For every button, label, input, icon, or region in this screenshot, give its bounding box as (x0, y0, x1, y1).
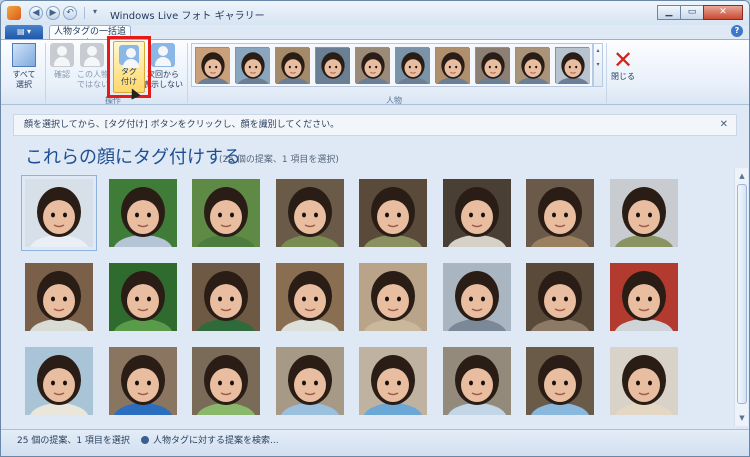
person-thumbnail[interactable] (275, 47, 311, 95)
face-suggestion-thumbnail[interactable] (442, 347, 511, 415)
close-window-button[interactable]: ✕ (703, 5, 743, 20)
face-suggestion-thumbnail[interactable] (526, 347, 594, 415)
status-text: 25 個の提案、1 項目を選択 (17, 436, 130, 446)
ribbon-divider (187, 43, 188, 103)
status-bar: 25 個の提案、1 項目を選択 人物タグに対する提案を検索... (1, 429, 749, 456)
not-this-person-button[interactable]: この人物 ではない (77, 43, 109, 90)
app-window: ◀ ▶ ↶ ↷ ▾ Windows Live フォト ギャラリー ▁ ▭ ✕ ▤… (0, 0, 750, 457)
title-bar: ◀ ▶ ↶ ↷ ▾ Windows Live フォト ギャラリー ▁ ▭ ✕ (1, 1, 749, 25)
close-batch-button[interactable]: 閉じる (609, 72, 637, 82)
face-suggestion-thumbnail[interactable] (442, 263, 511, 331)
ribbon-divider (45, 43, 46, 103)
quick-access-dropdown-icon[interactable]: ▾ (93, 7, 97, 16)
forward-icon[interactable]: ▶ (46, 6, 60, 20)
person-tag-icon (119, 45, 139, 68)
person-thumbnail[interactable] (475, 47, 511, 95)
maximize-button[interactable]: ▭ (680, 5, 704, 20)
select-all-icon (12, 43, 36, 67)
search-suggestions-link[interactable]: 人物タグに対する提案を検索... (141, 430, 279, 452)
info-message: 顔を選択してから、[タグ付け] ボタンをクリックし、顔を識別してください。 (24, 120, 340, 130)
scroll-up-icon[interactable]: ▲ (736, 170, 748, 182)
face-suggestion-thumbnail[interactable] (192, 263, 260, 331)
tag-button-label: タグ 付け (121, 67, 137, 86)
face-suggestion-thumbnail[interactable] (25, 263, 93, 331)
not-this-person-label: この人物 ではない (77, 70, 109, 89)
person-reject-icon (80, 43, 104, 67)
face-suggestion-thumbnail[interactable] (108, 263, 177, 331)
app-logo-icon[interactable] (7, 6, 21, 20)
info-bar: 顔を選択してから、[タグ付け] ボタンをクリックし、顔を識別してください。 ✕ (13, 114, 737, 136)
person-thumbnail[interactable] (435, 47, 471, 95)
person-thumbnail[interactable] (395, 47, 431, 95)
face-suggestion-thumbnail[interactable] (359, 347, 427, 415)
face-suggestion-thumbnail[interactable] (526, 263, 594, 331)
select-all-label: すべて 選択 (12, 70, 36, 89)
face-suggestion-thumbnail[interactable] (192, 179, 260, 247)
face-suggestion-thumbnail[interactable] (108, 179, 177, 247)
help-icon[interactable]: ? (731, 25, 743, 37)
face-suggestion-thumbnail[interactable] (275, 263, 344, 331)
person-thumbnail[interactable] (515, 47, 551, 95)
face-suggestion-thumbnail[interactable] (25, 347, 93, 415)
back-icon[interactable]: ◀ (29, 6, 43, 20)
face-suggestion-thumbnail[interactable] (609, 263, 678, 331)
tag-button[interactable]: タグ 付け (113, 41, 145, 93)
face-suggestion-thumbnail[interactable] (359, 179, 427, 247)
face-suggestion-thumbnail[interactable] (359, 263, 427, 331)
page-title: これらの顔にタグ付けする (25, 147, 241, 168)
select-all-button[interactable]: すべて 選択 (9, 43, 39, 90)
face-suggestion-thumbnail[interactable] (108, 347, 177, 415)
ribbon-divider (606, 43, 607, 103)
person-thumbnail[interactable] (555, 47, 591, 95)
face-suggestion-thumbnail[interactable] (275, 179, 344, 247)
face-suggestion-thumbnail[interactable] (21, 175, 97, 251)
face-suggestion-thumbnail[interactable] (192, 347, 260, 415)
app-menu-button[interactable]: ▤ ▾ (5, 25, 43, 39)
page-subtitle: (25 個の提案、1 項目を選択) (219, 155, 339, 165)
scroll-down-icon[interactable]: ▼ (736, 412, 748, 424)
vertical-scrollbar[interactable]: ▲ ▼ (734, 168, 748, 426)
people-gallery[interactable] (191, 43, 593, 95)
close-batch-label: 閉じる (611, 72, 635, 81)
face-suggestion-thumbnail[interactable] (609, 179, 678, 247)
minimize-button[interactable]: ▁ (657, 5, 681, 20)
undo-icon[interactable]: ↶ (63, 6, 77, 20)
confirm-label: 確認 (54, 70, 70, 79)
quick-access-divider (84, 7, 85, 19)
person-thumbnail[interactable] (235, 47, 271, 95)
people-gallery-scroll[interactable]: ▴ ▾ (593, 43, 603, 87)
person-thumbnail[interactable] (355, 47, 391, 95)
search-suggestions-label: 人物タグに対する提案を検索... (153, 436, 279, 446)
caption-buttons: ▁ ▭ ✕ (657, 5, 743, 20)
person-thumbnail[interactable] (195, 47, 231, 95)
face-suggestion-thumbnail[interactable] (526, 179, 594, 247)
group-label-people: 人物 (386, 96, 402, 105)
face-suggestion-thumbnail[interactable] (609, 347, 678, 415)
confirm-button[interactable]: 確認 (49, 43, 75, 80)
face-suggestion-thumbnail[interactable] (442, 179, 511, 247)
face-suggestion-thumbnail[interactable] (275, 347, 344, 415)
info-close-icon[interactable]: ✕ (720, 115, 728, 135)
person-hide-icon (151, 43, 175, 67)
close-icon[interactable]: ✕ (613, 48, 633, 72)
scrollbar-thumb[interactable] (737, 184, 747, 404)
search-icon (141, 436, 149, 444)
person-confirm-icon (50, 43, 74, 67)
person-thumbnail[interactable] (315, 47, 351, 95)
window-title: Windows Live フォト ギャラリー (110, 11, 265, 22)
